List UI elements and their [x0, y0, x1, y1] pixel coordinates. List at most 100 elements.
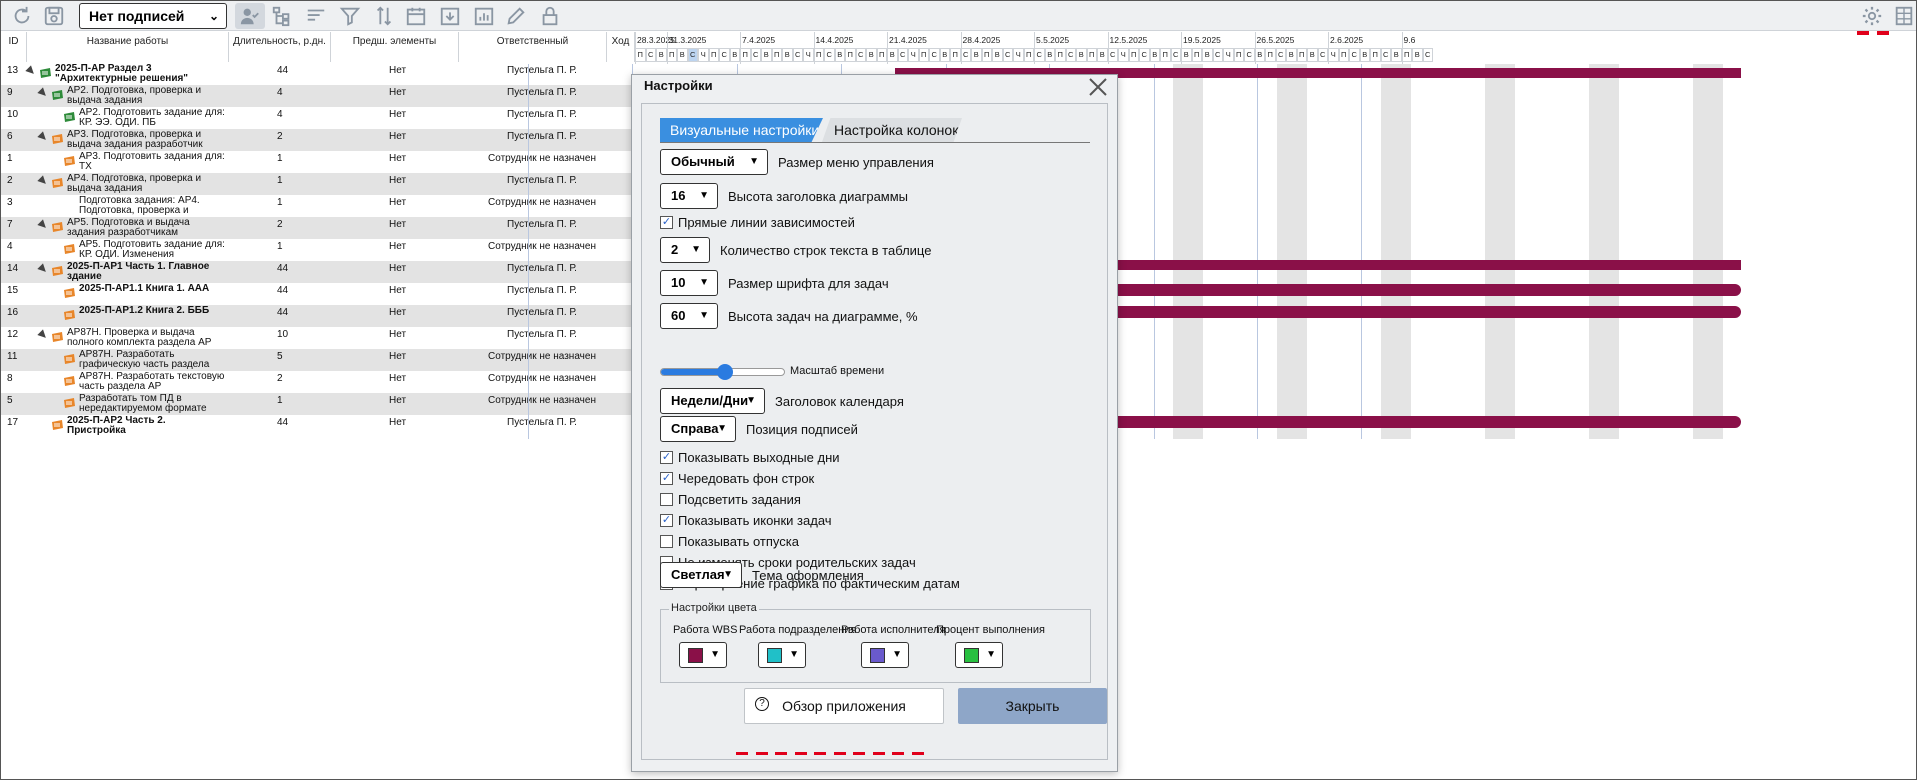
sort-vertical-icon[interactable]	[371, 3, 397, 29]
expand-toggle-icon[interactable]	[37, 87, 49, 99]
row-name: АР2. Подготовка, проверка и выдача задан…	[67, 86, 202, 106]
row-predecessors: Нет	[389, 131, 407, 142]
tab-visual-settings[interactable]: Визуальные настройки	[660, 118, 823, 142]
option-checkbox[interactable]	[660, 493, 673, 506]
option-checkbox[interactable]	[660, 535, 673, 548]
expand-toggle-icon[interactable]	[37, 219, 49, 231]
app-overview-button[interactable]: ? Обзор приложения	[744, 688, 944, 724]
gantt-day-cell: П	[1401, 48, 1412, 62]
table-row[interactable]: 17 2025-П-АР2 Часть 2. Пристройка 44 Нет Пус…	[1, 415, 635, 437]
refresh-icon[interactable]	[9, 3, 35, 29]
row-responsible: Пустельга П. Р.	[507, 329, 577, 340]
task-height-select[interactable]: 60 ▼	[660, 303, 718, 329]
table-row[interactable]: 13 2025-П-АР Раздел 3 "Архитектурные реше…	[1, 63, 635, 85]
filter-icon[interactable]	[337, 3, 363, 29]
user-filter-icon[interactable]	[235, 3, 265, 29]
expand-toggle-icon[interactable]	[37, 131, 49, 143]
lock-icon[interactable]	[537, 3, 563, 29]
row-id: 2	[7, 175, 13, 186]
header-duration[interactable]: Длительность, р.дн.	[229, 32, 331, 62]
gantt-day-cell: С	[1107, 48, 1118, 62]
table-row[interactable]: 2 АР4. Подготовка, проверка и выдача зада…	[1, 173, 635, 195]
slider-thumb[interactable]	[716, 364, 733, 380]
sort-lines-icon[interactable]	[303, 3, 329, 29]
chevron-down-icon: ▼	[892, 649, 902, 660]
gantt-date-label: 5.5.2025	[1036, 35, 1070, 45]
hierarchy-icon[interactable]	[269, 3, 295, 29]
table-row[interactable]: 16 2025-П-АР1.2 Книга 2. БББ 44 Нет Пустельг…	[1, 305, 635, 327]
table-row[interactable]: 1 АР3. Подготовить задания для: ТХ 1 Нет Сот…	[1, 151, 635, 173]
table-row[interactable]: 15 2025-П-АР1.1 Книга 1. ААА 44 Нет Пустельг…	[1, 283, 635, 305]
tab-divider	[660, 142, 1090, 143]
table-row[interactable]: 10 АР2. Подготовить задание для: КР. ЭЭ. …	[1, 107, 635, 129]
option-checkbox[interactable]: ✓	[660, 514, 673, 527]
row-id: 10	[7, 109, 19, 120]
table-row[interactable]: 4 АР5. Подготовить задание для: КР. ОДИ. …	[1, 239, 635, 261]
table-row[interactable]: 6 АР3. Подготовка, проверка и выдача зада…	[1, 129, 635, 151]
table-row[interactable]: 11 АР87Н. Разработать графическую часть р…	[1, 349, 635, 371]
gantt-date-label: 31.3.2025	[668, 35, 707, 45]
theme-select[interactable]: Светлая ▼	[660, 562, 742, 588]
calendar-header-select[interactable]: Недели/Дни ▼	[660, 388, 765, 414]
row-responsible: Пустельга П. Р.	[507, 109, 577, 120]
text-rows-select[interactable]: 2 ▼	[660, 237, 710, 263]
calendar-icon[interactable]	[403, 3, 429, 29]
header-responsible[interactable]: Ответственный	[459, 32, 607, 62]
task-height-label: Высота задач на диаграмме, %	[728, 309, 918, 324]
font-size-select[interactable]: 10 ▼	[660, 270, 718, 296]
close-icon[interactable]	[1087, 76, 1109, 98]
layout-panels-icon[interactable]	[1891, 3, 1916, 29]
expand-toggle-icon[interactable]	[37, 263, 49, 275]
labels-position-label: Позиция подписей	[746, 422, 858, 437]
table-row[interactable]: 14 2025-П-АР1 Часть 1. Главное здание 44 Не…	[1, 261, 635, 283]
header-progress[interactable]: Ход	[607, 32, 635, 62]
row-id: 3	[7, 197, 13, 208]
color-picker[interactable]: ▼	[758, 642, 806, 668]
gantt-day-cell: В	[1202, 48, 1213, 62]
menu-size-select[interactable]: Обычный ▼	[660, 149, 768, 175]
option-checkbox[interactable]: ✓	[660, 472, 673, 485]
option-checkbox[interactable]: ✓	[660, 451, 673, 464]
header-name[interactable]: Название работы	[27, 32, 229, 62]
straight-lines-checkbox[interactable]: ✓	[660, 216, 673, 229]
expand-toggle-icon[interactable]	[37, 329, 49, 341]
header-predecessors[interactable]: Предш. элементы	[331, 32, 459, 62]
table-row[interactable]: 3 Подготовка задания: АР4. Подготовка, пр…	[1, 195, 635, 217]
table-row[interactable]: 7 АР5. Подготовка и выдача задания разраб…	[1, 217, 635, 239]
expand-toggle-icon[interactable]	[37, 175, 49, 187]
menu-size-label: Размер меню управления	[778, 155, 934, 170]
expand-toggle-icon[interactable]	[25, 65, 37, 77]
row-duration: 44	[277, 417, 289, 428]
report-chart-icon[interactable]	[471, 3, 497, 29]
row-responsible: Пустельга П. Р.	[507, 219, 577, 230]
gantt-day-cell: Ч	[1328, 48, 1339, 62]
save-icon[interactable]	[41, 3, 67, 29]
edit-pencil-icon[interactable]	[503, 3, 529, 29]
table-row[interactable]: 9 АР2. Подготовка, проверка и выдача зада…	[1, 85, 635, 107]
chevron-down-icon: ▼	[986, 649, 996, 660]
table-row[interactable]: 5 Разработать том ПД в нередактируемом фо…	[1, 393, 635, 415]
settings-gear-icon[interactable]	[1859, 3, 1885, 29]
row-responsible: Сотрудник не назначен	[488, 395, 596, 406]
color-picker[interactable]: ▼	[861, 642, 909, 668]
tab-column-settings[interactable]: Настройка колонок	[822, 118, 962, 142]
color-picker[interactable]: ▼	[955, 642, 1003, 668]
table-row[interactable]: 12 АР87Н. Проверка и выдача полного компл…	[1, 327, 635, 349]
row-predecessors: Нет	[389, 417, 407, 428]
header-height-select[interactable]: 16 ▼	[660, 183, 718, 209]
dialog-title: Настройки	[644, 78, 713, 93]
time-scale-slider[interactable]	[660, 364, 785, 380]
labels-position-select[interactable]: Справа ▼	[660, 416, 736, 442]
download-icon[interactable]	[437, 3, 463, 29]
gantt-day-cell: С	[792, 48, 803, 62]
table-row[interactable]: 8 АР87Н. Разработать текстовую часть разд…	[1, 371, 635, 393]
signatures-select[interactable]: Нет подписей ⌄	[79, 3, 227, 29]
gantt-day-cell: В	[1097, 48, 1108, 62]
help-circle-icon: ?	[755, 697, 769, 711]
close-button[interactable]: Закрыть	[958, 688, 1107, 724]
color-picker[interactable]: ▼	[679, 642, 727, 668]
header-id[interactable]: ID	[1, 32, 27, 62]
chevron-down-icon: ▼	[691, 244, 701, 255]
task-type-icon	[63, 397, 76, 409]
option-label: Показывать отпуска	[678, 534, 799, 549]
